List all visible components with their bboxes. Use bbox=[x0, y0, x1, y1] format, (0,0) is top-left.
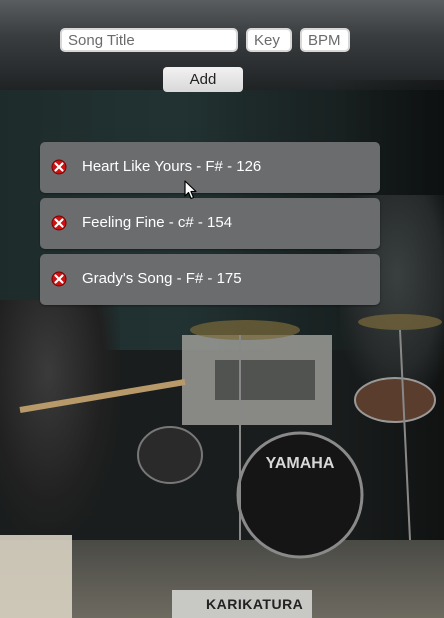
key-input[interactable] bbox=[246, 28, 292, 52]
song-list: Heart Like Yours - F# - 126 Feeling Fine… bbox=[40, 142, 380, 310]
delete-icon[interactable] bbox=[51, 271, 67, 287]
song-label: Feeling Fine - c# - 154 bbox=[82, 214, 233, 231]
add-button[interactable]: Add bbox=[163, 67, 243, 92]
list-item: Feeling Fine - c# - 154 bbox=[40, 198, 380, 249]
delete-icon[interactable] bbox=[51, 215, 67, 231]
song-label: Heart Like Yours - F# - 126 bbox=[82, 158, 262, 175]
mouse-cursor-icon bbox=[184, 180, 197, 200]
song-entry-form bbox=[0, 28, 444, 52]
bg-drum-logo: YAMAHA bbox=[266, 455, 335, 472]
song-label: Grady's Song - F# - 175 bbox=[82, 270, 242, 287]
bg-karikatura-sign: KARIKATURA bbox=[172, 590, 312, 618]
delete-icon[interactable] bbox=[51, 159, 67, 175]
bpm-input[interactable] bbox=[300, 28, 350, 52]
bg-sign-text: KARIKATURA bbox=[206, 596, 304, 612]
list-item: Grady's Song - F# - 175 bbox=[40, 254, 380, 305]
song-title-input[interactable] bbox=[60, 28, 238, 52]
list-item: Heart Like Yours - F# - 126 bbox=[40, 142, 380, 193]
